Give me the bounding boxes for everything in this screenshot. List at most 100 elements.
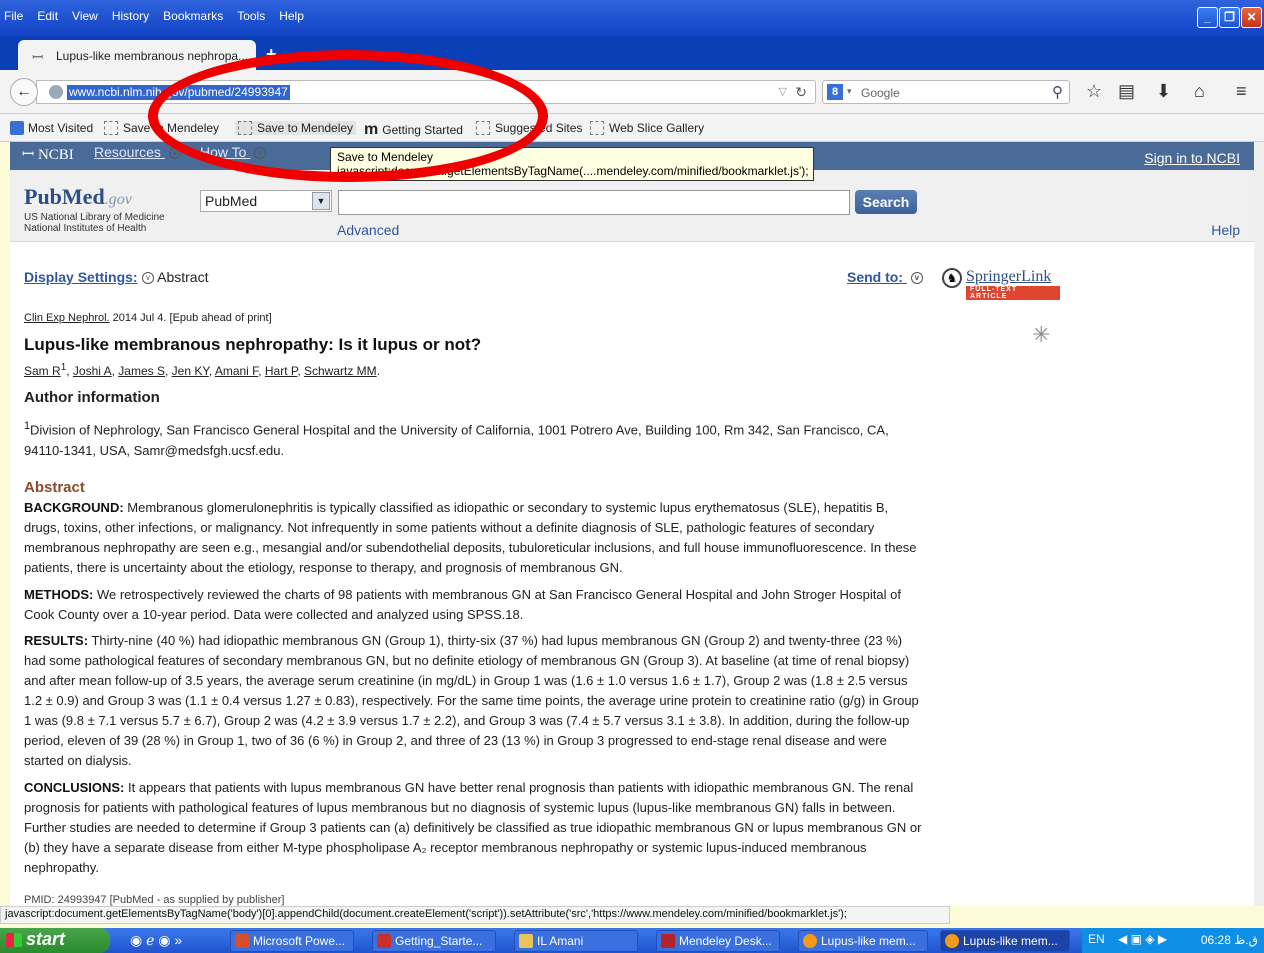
start-button[interactable]: start — [0, 928, 110, 953]
springer-horse-icon: ♞ — [942, 268, 962, 288]
menu-file[interactable]: File — [4, 9, 23, 23]
pdf-icon — [377, 934, 391, 948]
firefox-icon — [803, 934, 817, 948]
google-icon[interactable]: 8 — [827, 84, 843, 100]
pubmed-search-input[interactable] — [338, 190, 850, 215]
tray-icons[interactable]: ◀ ▣ ◈ ▶ — [1118, 932, 1167, 946]
search-placeholder: Google — [861, 86, 900, 100]
author-link[interactable]: James S — [118, 364, 165, 378]
bookmark-tooltip: Save to Mendeley javascript:document.get… — [330, 147, 814, 181]
taskbar-item[interactable]: Getting_Starte... — [372, 930, 496, 952]
author-link[interactable]: Hart P — [265, 364, 297, 378]
url-bar[interactable]: www.ncbi.nlm.nih.gov/pubmed/24993947 ▽ ↻ — [36, 80, 816, 104]
url-dropdown-icon[interactable]: ▽ — [779, 85, 787, 98]
back-button[interactable]: ← — [10, 78, 38, 106]
taskbar-item-active[interactable]: Lupus-like mem... — [940, 930, 1070, 952]
engine-dropdown-icon[interactable]: ▾ — [847, 86, 852, 97]
mendeley-icon — [661, 934, 675, 948]
menu-help[interactable]: Help — [279, 9, 304, 23]
bookmark-web-slice-gallery[interactable]: Web Slice Gallery — [590, 120, 704, 135]
taskbar-item[interactable]: Lupus-like mem... — [798, 930, 928, 952]
taskbar-item[interactable]: Microsoft Powe... — [230, 930, 354, 952]
ncbi-favicon-icon: ꟷ — [32, 49, 44, 65]
author-link[interactable]: Amani F — [215, 364, 258, 378]
firefox-icon — [945, 934, 959, 948]
mendeley-m-icon: m — [364, 121, 379, 138]
pubmed-logo[interactable]: PubMed.gov — [24, 184, 132, 210]
menu-history[interactable]: History — [112, 9, 149, 23]
system-tray: EN ◀ ▣ ◈ ▶ 06:28 ق.ظ — [1082, 928, 1264, 953]
browser-window: File Edit View History Bookmarks Tools H… — [0, 0, 1264, 953]
bookmark-suggested-sites[interactable]: Suggested Sites — [476, 120, 582, 135]
menu-edit[interactable]: Edit — [37, 9, 58, 23]
advanced-link[interactable]: Advanced — [337, 222, 399, 238]
author-information-toggle[interactable]: Author information — [24, 389, 160, 406]
author-link[interactable]: Jen KY — [172, 364, 209, 378]
help-link[interactable]: Help — [1211, 222, 1240, 238]
author-link[interactable]: Schwartz MM — [304, 364, 377, 378]
affiliation: 1Division of Nephrology, San Francisco G… — [24, 420, 889, 459]
home-icon[interactable]: ⌂ — [1194, 81, 1205, 102]
chevron-down-icon[interactable]: v — [142, 272, 154, 285]
tab-strip: ꟷ Lupus-like membranous nephropa... + — [0, 36, 1264, 70]
resources-link[interactable]: Resources v — [94, 144, 181, 160]
menu-tools[interactable]: Tools — [237, 9, 265, 23]
url-text[interactable]: www.ncbi.nlm.nih.gov/pubmed/24993947 — [67, 85, 290, 100]
bookmark-save-to-mendeley-1[interactable]: Save to Mendeley — [104, 120, 219, 135]
abstract-results: RESULTS: Thirty-nine (40 %) had idiopath… — [24, 633, 919, 768]
minimize-button[interactable]: _ — [1197, 7, 1218, 28]
chevron-down-icon: v — [168, 147, 181, 160]
bookmark-page-icon — [104, 120, 118, 135]
quicklaunch-icons[interactable]: ◉ ℯ ◉ » — [130, 932, 182, 949]
bookmark-page-icon — [238, 120, 252, 135]
download-icon[interactable]: ⬇ — [1156, 81, 1171, 102]
powerpoint-icon — [235, 934, 249, 948]
pubmed-search-button[interactable]: Search — [855, 190, 917, 214]
author-link[interactable]: Joshi A — [73, 364, 112, 378]
database-select[interactable]: PubMed ▼ — [200, 190, 332, 212]
chevron-down-icon: v — [910, 272, 923, 285]
ncbi-logo[interactable]: ꟷ NCBI — [22, 144, 74, 164]
menu-icon[interactable]: ≡ — [1236, 81, 1247, 102]
folder-icon — [519, 934, 533, 948]
signin-link[interactable]: Sign in to NCBI — [1144, 150, 1240, 166]
chevron-down-icon[interactable]: ▼ — [312, 192, 330, 210]
menu-bookmarks[interactable]: Bookmarks — [163, 9, 223, 23]
bookmark-page-icon — [590, 120, 604, 135]
page-content: ꟷ NCBI Resources v How To v Sign in to N… — [10, 142, 1254, 906]
tab-active[interactable]: ꟷ Lupus-like membranous nephropa... — [18, 40, 256, 70]
journal-link[interactable]: Clin Exp Nephrol. — [24, 312, 110, 324]
howto-link[interactable]: How To v — [200, 144, 267, 160]
bookmark-getting-started[interactable]: m Getting Started — [364, 121, 463, 139]
author-link[interactable]: Sam R — [24, 364, 61, 378]
menu-bar: File Edit View History Bookmarks Tools H… — [4, 9, 304, 23]
tab-title: Lupus-like membranous nephropa... — [56, 49, 249, 63]
pmid: PMID: 24993947 [PubMed - as supplied by … — [24, 894, 285, 906]
search-icon[interactable]: ⚲ — [1052, 83, 1063, 101]
bookmark-star-icon[interactable]: ☆ — [1086, 81, 1102, 102]
restore-button[interactable]: ❐ — [1219, 7, 1240, 28]
menu-view[interactable]: View — [72, 9, 98, 23]
globe-icon — [49, 85, 63, 99]
nih-subtitle: National Institutes of Health — [24, 223, 147, 234]
windows-flag-icon — [6, 933, 22, 947]
reload-icon[interactable]: ↻ — [795, 84, 807, 101]
article-title: Lupus-like membranous nephropathy: Is it… — [24, 335, 482, 354]
language-indicator[interactable]: EN — [1088, 932, 1105, 946]
bookmark-save-to-mendeley-2[interactable]: Save to Mendeley — [235, 120, 357, 135]
bookmark-most-visited[interactable]: Most Visited — [10, 120, 93, 135]
taskbar-item[interactable]: IL Amani — [514, 930, 638, 952]
springerlink-button[interactable]: ♞ SpringerLink FULL-TEXT ARTICLE — [942, 266, 1060, 300]
display-settings-link[interactable]: Display Settings: — [24, 269, 138, 285]
page-scrollbar[interactable] — [1254, 142, 1264, 906]
clock[interactable]: 06:28 ق.ظ — [1201, 933, 1258, 947]
close-button[interactable]: ✕ — [1241, 7, 1262, 28]
tooltip-url: javascript:document.getElementsByTagName… — [337, 164, 809, 178]
bookmarks-toolbar: Most Visited Save to Mendeley Save to Me… — [0, 114, 1264, 142]
taskbar-item[interactable]: Mendeley Desk... — [656, 930, 780, 952]
send-to-link[interactable]: Send to: v — [847, 269, 923, 285]
new-tab-button[interactable]: + — [266, 44, 277, 65]
author-list: Sam R1, Joshi A, James S, Jen KY, Amani … — [24, 362, 381, 378]
search-bar[interactable]: 8 ▾ Google ⚲ — [822, 80, 1070, 104]
reading-list-icon[interactable]: ▤ — [1118, 81, 1135, 102]
